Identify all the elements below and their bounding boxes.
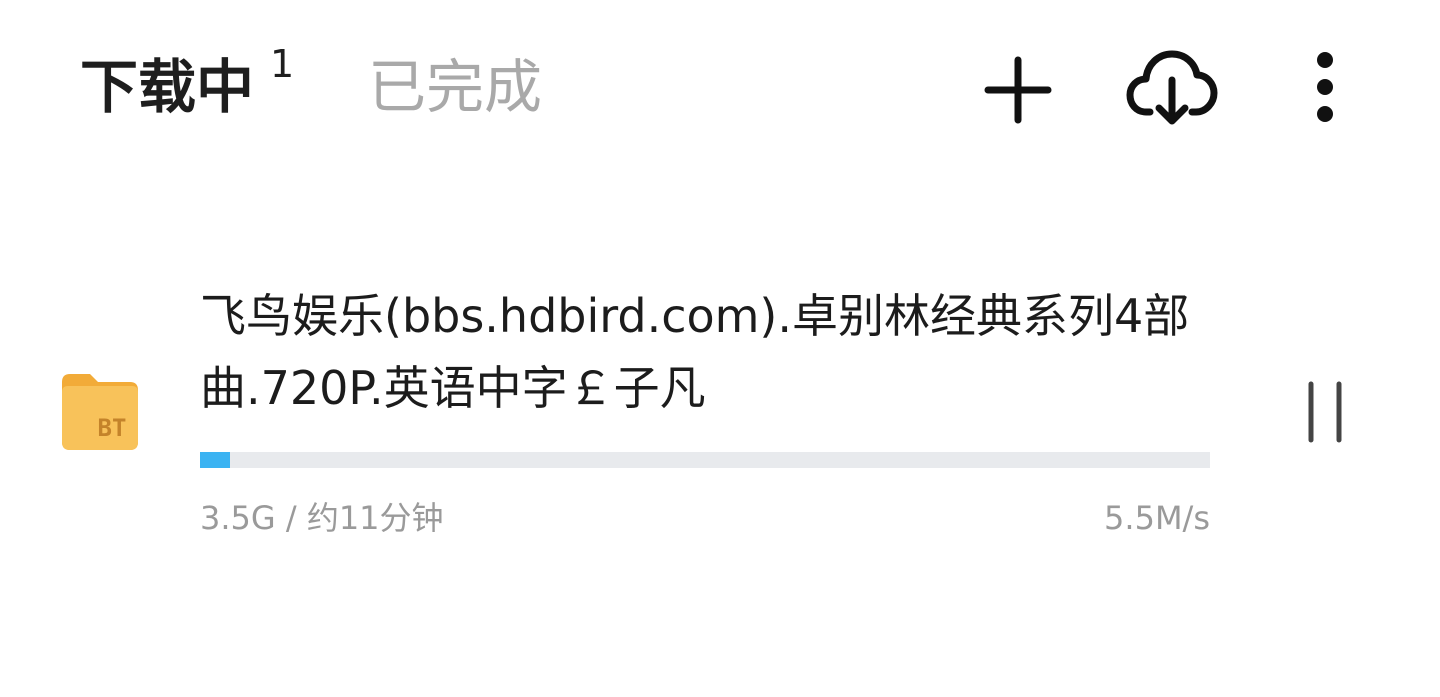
more-vertical-icon[interactable] [1300,50,1350,124]
downloading-count-badge: 1 [270,42,295,86]
task-size-eta: 3.5G / 约11分钟 [200,499,444,537]
bt-folder-label: BT [98,414,127,442]
tab-completed[interactable]: 已完成 [368,52,542,122]
task-speed: 5.5M/s [1104,499,1210,537]
tab-downloading[interactable]: 下载中 1 [80,44,294,122]
bt-folder-icon: BT [62,374,138,450]
pause-icon[interactable] [1300,380,1350,444]
cloud-download-icon[interactable] [1126,46,1218,128]
tab-completed-label: 已完成 [368,53,543,121]
progress-bar [200,452,1210,468]
top-bar: 下载中 1 已完成 [0,0,1440,180]
tab-downloading-label: 下载中 [80,53,255,121]
progress-fill [200,452,231,468]
download-task-item[interactable]: BT 飞鸟娱乐(bbs.hdbird.com).卓别林经典系列4部曲.720P.… [0,270,1440,570]
task-title: 飞鸟娱乐(bbs.hdbird.com).卓别林经典系列4部曲.720P.英语中… [200,289,1190,415]
plus-icon[interactable] [982,54,1054,126]
